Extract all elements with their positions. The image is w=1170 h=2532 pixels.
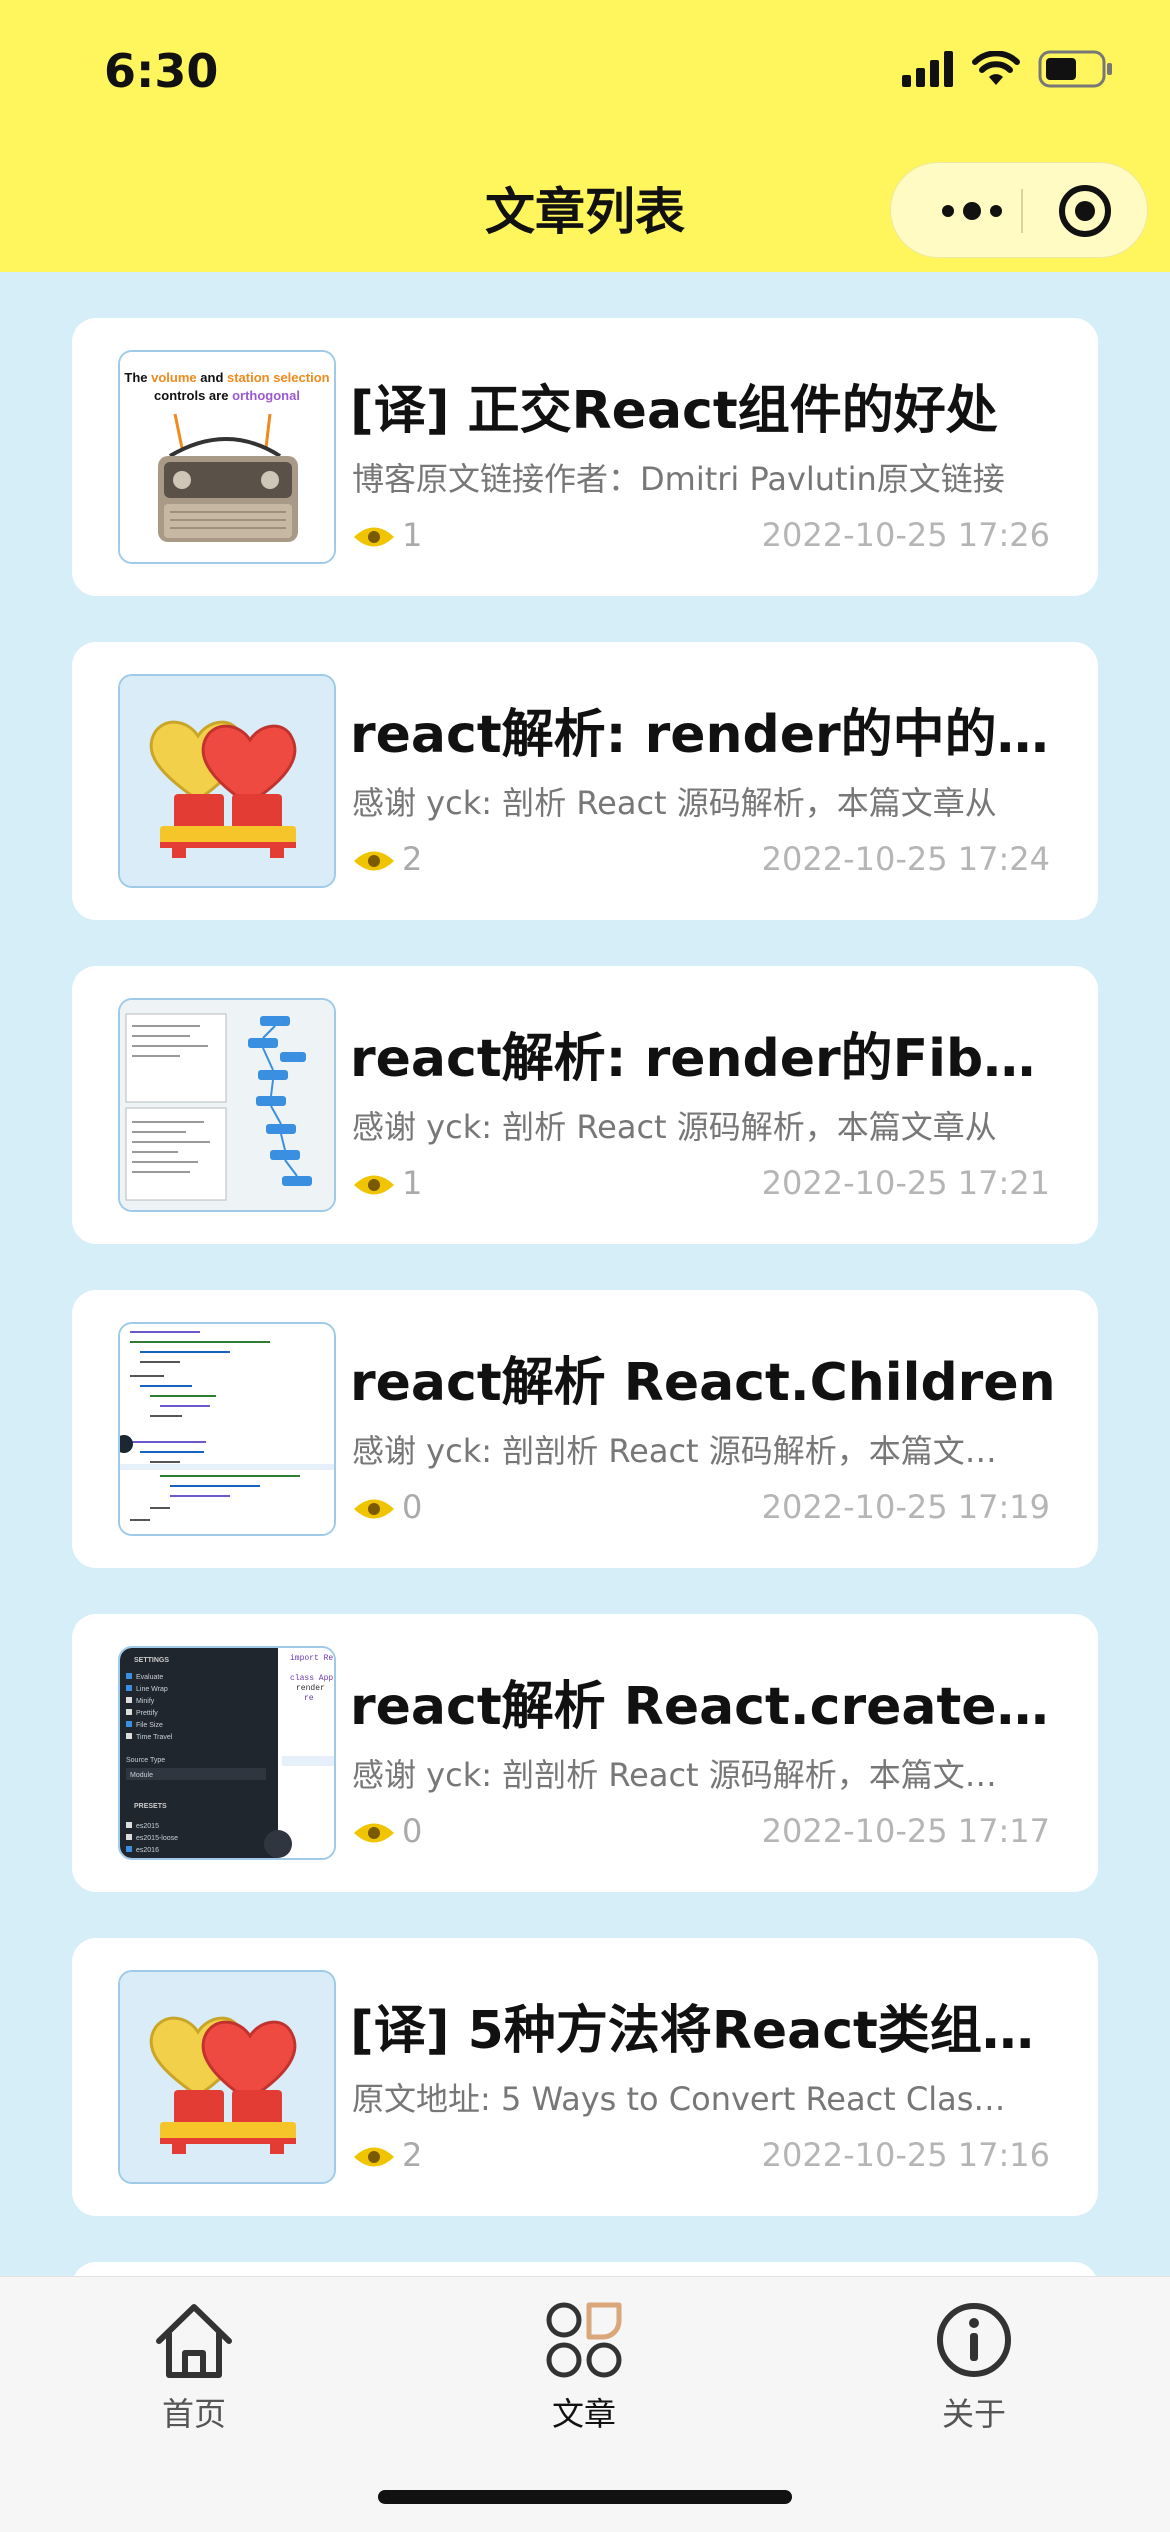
tab-home-label: 首页	[161, 2395, 226, 2433]
hearts-illustration-icon	[120, 676, 334, 886]
svg-text:re: re	[304, 1694, 314, 1703]
article-summary: 博客原文链接作者：Dmitri Pavlutin原文链接	[352, 460, 1005, 498]
svg-text:Source Type: Source Type	[126, 1757, 165, 1764]
svg-text:Time Travel: Time Travel	[136, 1734, 173, 1741]
article-title: react解析 React.createElement	[350, 1677, 1070, 1737]
svg-text:Minify: Minify	[136, 1698, 155, 1705]
article-title: react解析: render的Fiber部分	[350, 1029, 1070, 1089]
publish-date: 2022-10-25 17:26	[761, 516, 1050, 554]
tab-articles-label: 文章	[551, 2395, 616, 2433]
view-count: 1	[402, 516, 423, 554]
tab-home[interactable]: 首页	[94, 2297, 294, 2435]
article-card[interactable]: react解析: render的中的update 感谢 yck: 剖析 Reac…	[72, 642, 1098, 920]
svg-text:es2015: es2015	[136, 1823, 159, 1830]
svg-text:Evaluate: Evaluate	[136, 1674, 163, 1681]
status-bar: 6:30	[0, 0, 1170, 150]
article-summary: 感谢 yck: 剖析 React 源码解析，本篇文章从	[352, 784, 997, 822]
more-menu-button[interactable]	[917, 163, 1027, 259]
eye-icon	[354, 2147, 394, 2167]
capsule-divider	[1021, 189, 1023, 233]
status-icons	[902, 50, 1114, 88]
more-dots-icon	[942, 202, 1002, 220]
publish-date: 2022-10-25 17:19	[761, 1488, 1050, 1526]
fiber-diagram-icon	[120, 1000, 334, 1210]
article-summary: 感谢 yck: 剖剖析 React 源码解析，本篇文章从	[352, 1756, 1012, 1794]
article-thumbnail: SETTINGS Evaluate Line Wrap Minify Prett…	[118, 1646, 336, 1860]
babel-settings-icon: SETTINGS Evaluate Line Wrap Minify Prett…	[120, 1648, 334, 1858]
publish-date: 2022-10-25 17:17	[761, 1812, 1050, 1850]
tab-about[interactable]: 关于	[874, 2297, 1074, 2435]
publish-date: 2022-10-25 17:21	[761, 1164, 1050, 1202]
cellular-signal-icon	[902, 51, 953, 87]
publish-date: 2022-10-25 17:24	[761, 840, 1050, 878]
view-count: 2	[402, 2136, 423, 2174]
status-time: 6:30	[104, 44, 219, 98]
article-thumbnail	[118, 1970, 336, 2184]
article-summary: 原文地址: 5 Ways to Convert React Class Comp…	[352, 2080, 1012, 2118]
svg-text:class App: class App	[290, 1674, 333, 1683]
article-list: The volume and station selection control…	[72, 318, 1098, 2532]
hearts-illustration-icon	[120, 1972, 334, 2182]
article-title: [译] 5种方法将React类组件转换为函数组件	[350, 2001, 1070, 2061]
tab-articles[interactable]: 文章	[484, 2297, 684, 2435]
svg-text:The volume and station selecti: The volume and station selection	[124, 370, 329, 385]
article-summary: 感谢 yck: 剖剖析 React 源码解析，本篇文章从	[352, 1432, 1012, 1470]
article-thumbnail	[118, 998, 336, 1212]
publish-date: 2022-10-25 17:16	[761, 2136, 1050, 2174]
battery-icon	[1038, 50, 1112, 88]
article-thumbnail	[118, 1322, 336, 1536]
article-card[interactable]: [译] 5种方法将React类组件转换为函数组件 原文地址: 5 Ways to…	[72, 1938, 1098, 2216]
svg-text:controls are orthogonal: controls are orthogonal	[154, 388, 300, 403]
home-indicator[interactable]	[378, 2490, 792, 2504]
radio-illustration-icon: The volume and station selection control…	[120, 352, 334, 562]
article-card[interactable]: react解析: render的Fiber部分 感谢 yck: 剖析 React…	[72, 966, 1098, 1244]
svg-text:File Size: File Size	[136, 1722, 163, 1729]
svg-text:Line Wrap: Line Wrap	[136, 1686, 168, 1693]
view-count: 0	[402, 1488, 423, 1526]
svg-text:Module: Module	[130, 1772, 153, 1779]
nav-bar: 文章列表	[0, 150, 1170, 272]
article-title: [译] 正交React组件的好处	[350, 381, 998, 441]
eye-icon	[354, 1823, 394, 1843]
article-card[interactable]: SETTINGS Evaluate Line Wrap Minify Prett…	[72, 1614, 1098, 1892]
home-icon	[156, 2304, 232, 2378]
svg-text:es2015-loose: es2015-loose	[136, 1835, 178, 1842]
eye-icon	[354, 527, 394, 547]
article-title: react解析: render的中的update	[350, 705, 1070, 765]
tab-about-label: 关于	[941, 2395, 1006, 2433]
wifi-icon	[972, 51, 1020, 85]
article-title: react解析 React.Children	[350, 1353, 1056, 1413]
article-card[interactable]: The volume and station selection control…	[72, 318, 1098, 596]
article-icon	[546, 2302, 622, 2378]
view-count: 1	[402, 1164, 423, 1202]
eye-icon	[354, 1175, 394, 1195]
eye-icon	[354, 1499, 394, 1519]
article-thumbnail: The volume and station selection control…	[118, 350, 336, 564]
svg-text:SETTINGS: SETTINGS	[134, 1657, 169, 1664]
svg-text:render: render	[296, 1684, 325, 1693]
view-count: 0	[402, 1812, 423, 1850]
view-count: 2	[402, 840, 423, 878]
mini-program-capsule	[890, 162, 1148, 258]
eye-icon	[354, 851, 394, 871]
article-thumbnail	[118, 674, 336, 888]
svg-text:import Re: import Re	[290, 1654, 333, 1663]
code-screenshot-icon	[120, 1324, 334, 1534]
article-card[interactable]: react解析 React.Children 感谢 yck: 剖剖析 React…	[72, 1290, 1098, 1568]
svg-text:Prettify: Prettify	[136, 1710, 158, 1717]
article-summary: 感谢 yck: 剖析 React 源码解析，本篇文章从	[352, 1108, 997, 1146]
svg-text:es2016: es2016	[136, 1847, 159, 1854]
info-icon	[937, 2303, 1011, 2377]
svg-text:PRESETS: PRESETS	[134, 1803, 167, 1810]
close-target-icon[interactable]	[1057, 183, 1113, 239]
